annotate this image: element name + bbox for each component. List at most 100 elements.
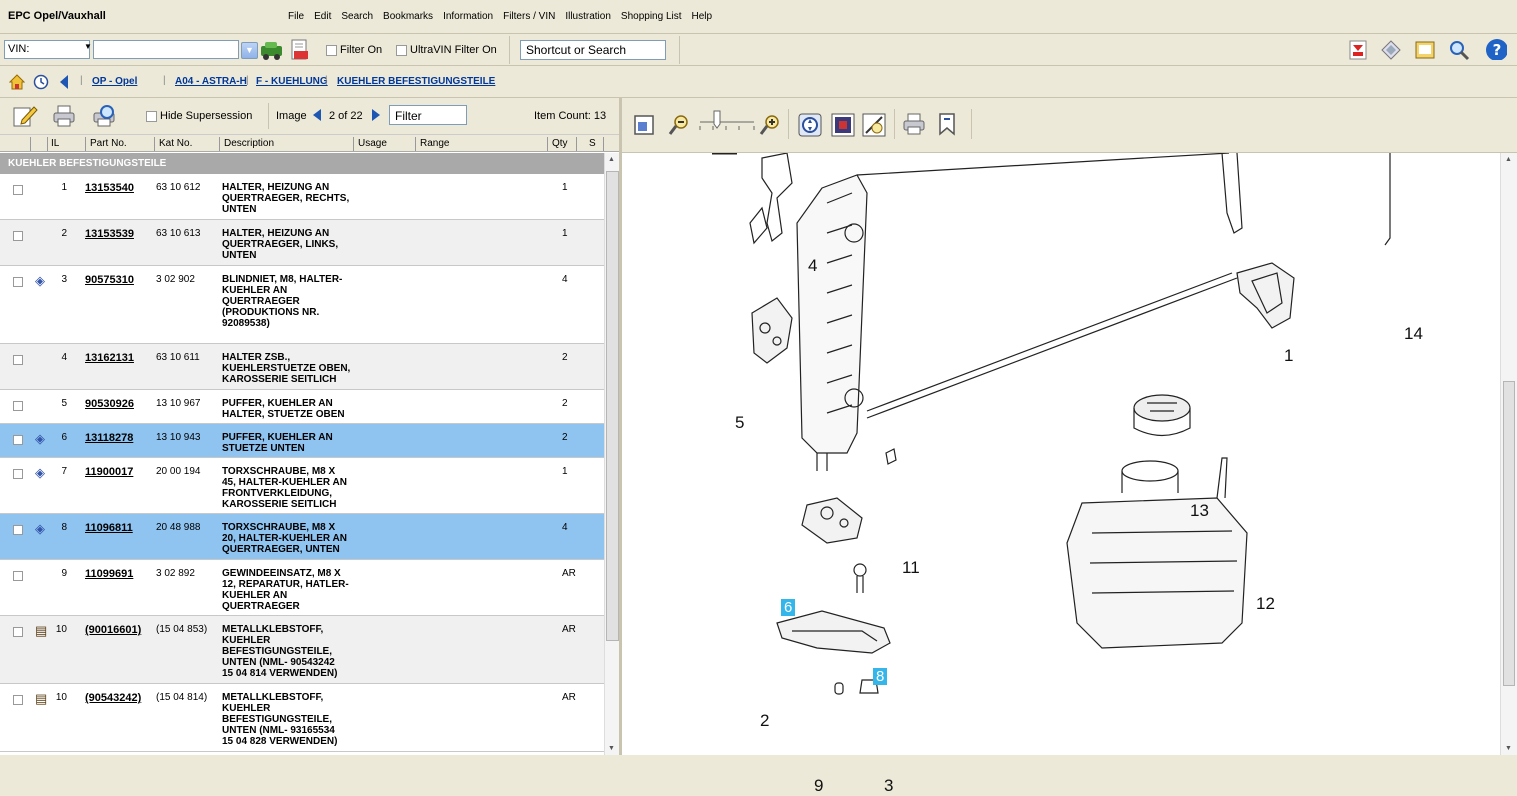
print-icon[interactable] [52,105,76,127]
book-icon[interactable]: ▤ [35,623,47,639]
info-icon[interactable]: ◈ [35,521,45,537]
row-checkbox[interactable] [13,277,23,287]
row-checkbox[interactable] [13,525,23,535]
scroll-up-icon[interactable]: ▲ [608,156,615,163]
row-checkbox[interactable] [13,185,23,195]
column-description[interactable]: Description [224,138,274,149]
table-row[interactable]: ◈ 6 13118278 13 10 943 PUFFER, KUEHLER AN STU… [0,424,604,458]
callout-2[interactable]: 2 [760,711,769,731]
ultravin-checkbox[interactable]: UltraVIN Filter On [396,44,497,56]
callout-11[interactable]: 11 [902,558,920,578]
row-checkbox[interactable] [13,695,23,705]
menu-item-information[interactable]: Information [438,11,498,22]
row-checkbox[interactable] [13,435,23,445]
vehicle-icon[interactable] [260,39,282,61]
callout-4[interactable]: 4 [808,256,817,276]
illustration-scrollbar[interactable]: ▲ ▼ [1500,153,1517,755]
previous-image-icon[interactable] [312,108,322,122]
table-row[interactable]: ◈ 3 90575310 3 02 902 BLINDNIET, M8, HALTER-… [0,266,604,344]
part-number-link[interactable]: 90575310 [85,274,134,286]
row-checkbox[interactable] [13,469,23,479]
print-preview-icon[interactable] [92,104,118,128]
fit-image-icon[interactable] [862,113,886,137]
breadcrumb-current[interactable]: KUEHLER BEFESTIGUNGSTEILE [337,76,495,87]
bookmark-illustration-icon[interactable] [936,112,958,136]
vin-dropdown-button[interactable]: ▼ [241,42,258,59]
part-number-link[interactable]: 13153539 [85,228,134,240]
callout-5[interactable]: 5 [735,413,744,433]
part-number-link[interactable]: 11099691 [85,568,133,580]
part-number-link[interactable]: 13153540 [85,182,134,194]
column-usage[interactable]: Usage [358,138,387,149]
menu-item-file[interactable]: File [283,11,309,22]
home-icon[interactable] [9,74,25,90]
magnifier-icon[interactable] [1448,39,1470,61]
filter-on-checkbox[interactable]: Filter On [326,44,382,56]
table-row[interactable]: ▤ 10 (90016601) (15 04 853) METALLKLEBSTOFF,… [0,616,604,684]
column-qty[interactable]: Qty [552,138,568,149]
table-row[interactable]: 2 13153539 63 10 613 HALTER, HEIZUNG AN QUER… [0,220,604,266]
zoom-in-icon[interactable] [759,114,781,136]
pan-icon[interactable] [798,113,822,137]
part-number-link[interactable]: 90530926 [85,398,134,410]
column-range[interactable]: Range [420,138,449,149]
book-icon[interactable]: ▤ [35,691,47,707]
parts-scrollbar[interactable]: ▲ ▼ [604,153,619,755]
scroll-down-icon[interactable]: ▼ [608,745,615,752]
chevron-down-icon[interactable]: ▼ [84,42,92,51]
scrollbar-thumb[interactable] [606,171,619,641]
part-number-link[interactable]: 11900017 [85,466,133,478]
document-icon[interactable] [290,39,312,61]
row-checkbox[interactable] [13,355,23,365]
callout-1[interactable]: 1 [1284,346,1293,366]
part-number-link[interactable]: 13162131 [85,352,134,364]
callout-13[interactable]: 13 [1190,501,1209,521]
row-checkbox[interactable] [13,401,23,411]
help-icon[interactable]: ? [1485,38,1507,60]
menu-item-help[interactable]: Help [687,11,718,22]
part-number-link[interactable]: 11096811 [85,522,133,534]
edit-note-icon[interactable] [12,104,38,128]
breadcrumb-opel[interactable]: OP - Opel [92,76,137,87]
row-checkbox[interactable] [13,627,23,637]
column-s[interactable]: S [589,138,596,149]
menu-item-bookmarks[interactable]: Bookmarks [378,11,438,22]
table-row[interactable]: 9 11099691 3 02 892 GEWINDEEINSATZ, M8 X 12,… [0,560,604,616]
shortcut-search-input[interactable]: Shortcut or Search [520,40,666,60]
table-row[interactable]: 5 90530926 13 10 967 PUFFER, KUEHLER AN HALT… [0,390,604,424]
part-number-link[interactable]: 13118278 [85,432,133,444]
part-number-link[interactable]: (90016601) [85,624,141,636]
back-icon[interactable] [58,74,70,90]
filter-input[interactable]: Filter [389,105,467,125]
callout-3[interactable]: 3 [884,776,893,796]
table-row[interactable]: 4 13162131 63 10 611 HALTER ZSB., KUEHLERSTU… [0,344,604,390]
menu-item-edit[interactable]: Edit [309,11,336,22]
scrollbar-thumb[interactable] [1503,381,1515,686]
column-kat-no[interactable]: Kat No. [159,138,192,149]
info-icon[interactable]: ◈ [35,273,45,289]
exit-icon[interactable] [1347,39,1369,61]
fit-window-icon[interactable] [633,114,655,136]
zoom-slider[interactable] [698,108,756,138]
menu-item-filters-vin[interactable]: Filters / VIN [498,11,560,22]
callout-14[interactable]: 14 [1404,324,1423,344]
callout-9[interactable]: 9 [814,776,823,796]
column-il[interactable]: IL [51,138,59,149]
print-illustration-icon[interactable] [902,113,926,135]
bookmark-icon[interactable] [1380,39,1402,61]
breadcrumb-astra[interactable]: A04 - ASTRA-H [175,76,247,87]
row-checkbox[interactable] [13,571,23,581]
table-row[interactable]: ◈ 7 11900017 20 00 194 TORXSCHRAUBE, M8 X 45,… [0,458,604,514]
table-row[interactable]: ◈ 8 11096811 20 48 988 TORXSCHRAUBE, M8 X 20,… [0,514,604,560]
vin-input[interactable] [93,40,239,59]
table-row[interactable]: 1 13153540 63 10 612 HALTER, HEIZUNG AN QUER… [0,174,604,220]
part-number-link[interactable]: (90543242) [85,692,141,704]
scroll-up-icon[interactable]: ▲ [1505,156,1512,163]
menu-item-shopping-list[interactable]: Shopping List [616,11,687,22]
next-image-icon[interactable] [371,108,381,122]
callout-12[interactable]: 12 [1256,594,1275,614]
row-checkbox[interactable] [13,231,23,241]
column-part-no[interactable]: Part No. [90,138,127,149]
info-icon[interactable]: ◈ [35,431,45,447]
select-area-icon[interactable] [831,113,855,137]
